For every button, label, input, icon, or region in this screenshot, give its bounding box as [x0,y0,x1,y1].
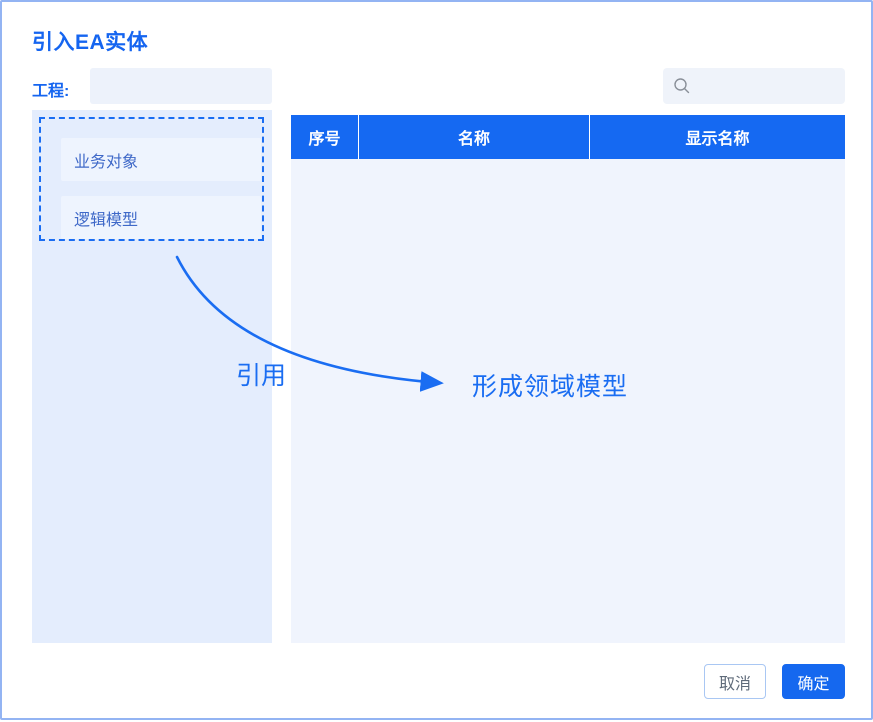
domain-model-target-text: 形成领域模型 [472,367,628,403]
arrow-label: 引用 [236,356,286,392]
sidebar-item-business-object[interactable]: 业务对象 [61,138,261,181]
search-box[interactable] [663,68,845,104]
dialog-title: 引入EA实体 [32,26,148,56]
project-label: 工程: [32,77,69,101]
cancel-button[interactable]: 取消 [704,664,766,699]
project-input[interactable] [90,68,272,104]
search-input[interactable] [699,78,835,94]
sidebar-item-label: 业务对象 [74,148,138,172]
column-header-display-name[interactable]: 显示名称 [589,115,845,159]
search-icon [673,77,691,95]
confirm-button[interactable]: 确定 [782,664,845,699]
sidebar-item-label: 逻辑模型 [74,206,138,230]
import-ea-entity-dialog: 引入EA实体 工程: 业务对象 逻辑模型 序号 名称 显示名称 [0,0,873,720]
table-header-row: 序号 名称 显示名称 [291,115,845,159]
column-header-name[interactable]: 名称 [358,115,589,159]
sidebar-item-logical-model[interactable]: 逻辑模型 [61,196,261,239]
column-header-index[interactable]: 序号 [291,115,358,159]
source-group-dashed-box: 业务对象 逻辑模型 [39,117,264,241]
